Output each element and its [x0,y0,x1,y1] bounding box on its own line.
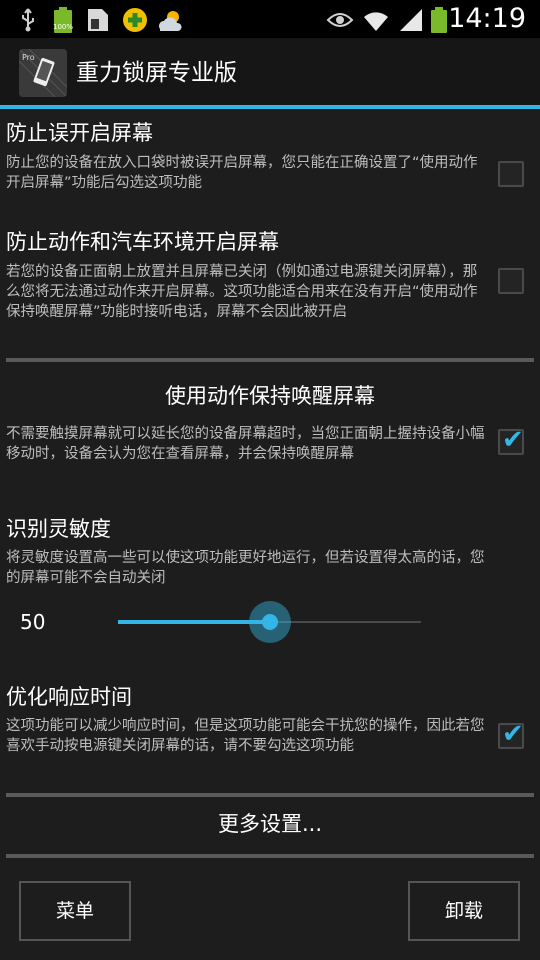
sensitivity-slider-fill [118,620,270,624]
sd-card-icon [86,7,110,37]
status-bar: 100% 14:19 [0,0,540,38]
response-checkbox[interactable]: ✔ [498,719,524,749]
checkmark-icon: ✔ [502,719,524,749]
action-bar-divider [0,105,540,109]
sensitivity-value: 50 [20,610,46,634]
battery-full-icon: 100% [52,7,74,37]
keep-awake-summary: 不需要触摸屏幕就可以延长您的设备屏幕超时，当您正面朝上握持设备小幅移动时，设备会… [6,426,485,462]
clock: 14:19 [448,3,526,34]
battery-percent-label: 100% [53,23,73,31]
usb-icon [18,7,38,37]
pref-pocket-summary: 防止您的设备在放入口袋时被误开启屏幕，您只能在正确设置了“使用动作开启屏幕”功能… [6,155,478,191]
keep-awake-checkbox[interactable]: ✔ [498,425,524,455]
pref-face-down-checkbox[interactable] [498,268,524,294]
battery-icon [430,7,448,37]
action-bar: Pro 重力锁屏专业版 [0,38,540,106]
keep-awake-section-title: 使用动作保持唤醒屏幕 [165,384,375,408]
menu-button[interactable]: 菜单 [19,881,131,941]
weather-icon [156,7,186,37]
sensitivity-slider-thumb[interactable] [249,601,291,643]
section-divider [6,793,534,797]
pref-pocket-title: 防止误开启屏幕 [6,121,153,145]
wifi-icon [362,7,390,37]
uninstall-button[interactable]: 卸载 [408,881,520,941]
section-divider [6,854,534,858]
app-title: 重力锁屏专业版 [76,60,237,86]
app-icon[interactable]: Pro [19,49,67,97]
pref-face-down-title: 防止动作和汽车环境开启屏幕 [6,230,279,254]
more-settings-button[interactable]: 更多设置... [0,808,540,840]
pref-pocket-checkbox[interactable] [498,161,524,187]
sensitivity-title: 识别灵敏度 [6,517,111,541]
app-plus-icon [122,7,148,37]
section-divider [6,358,534,362]
response-title: 优化响应时间 [6,685,132,709]
eye-icon [326,7,354,37]
app-icon-label: Pro [22,53,35,62]
pref-face-down-summary: 若您的设备正面朝上放置并且屏幕已关闭（例如通过电源键关闭屏幕），那么您将无法通过… [6,264,478,320]
signal-icon [398,7,424,37]
checkmark-icon: ✔ [502,425,524,455]
response-summary: 这项功能可以减少响应时间，但是这项功能可能会干扰您的操作，因此若您喜欢手动按电源… [6,718,485,754]
sensitivity-summary: 将灵敏度设置高一些可以使这项功能更好地运行，但若设置得太高的话，您的屏幕可能不会… [6,550,485,586]
